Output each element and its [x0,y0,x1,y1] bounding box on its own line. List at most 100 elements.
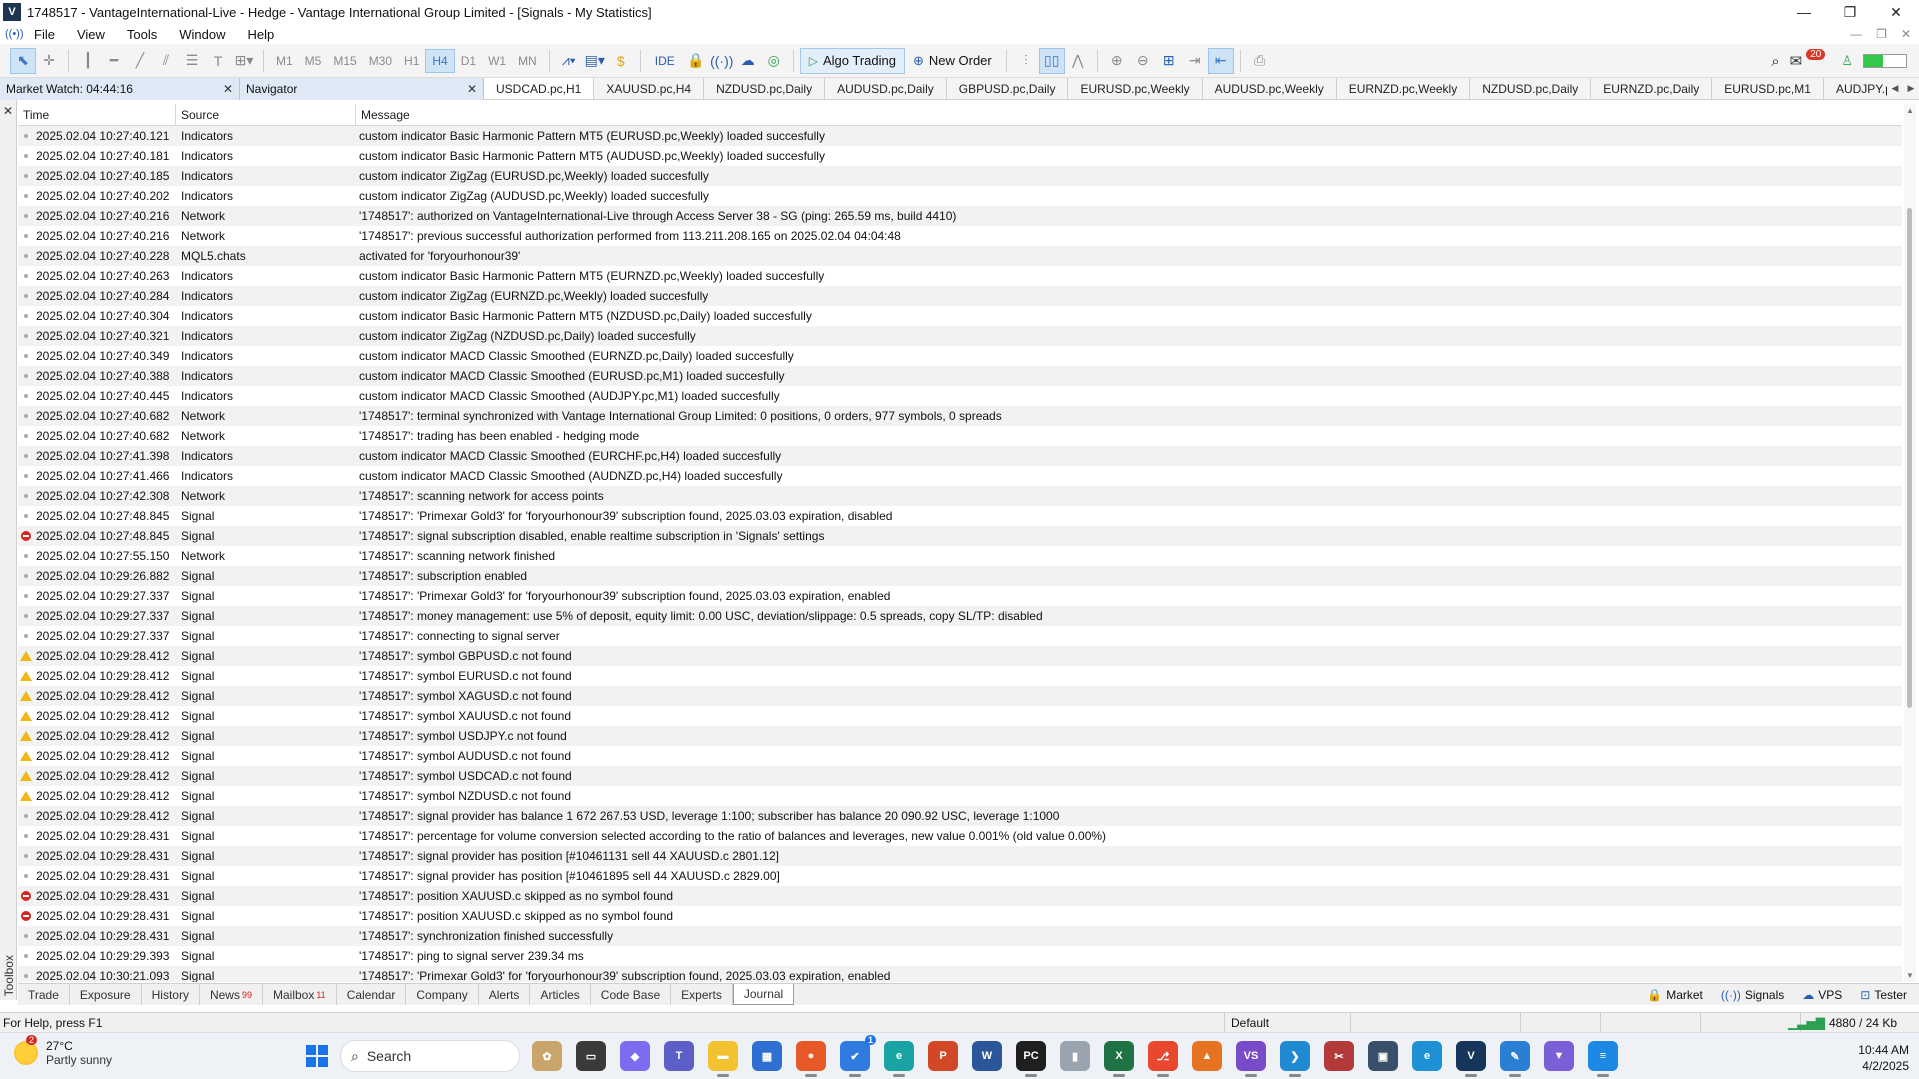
journal-row[interactable]: 2025.02.04 10:27:42.308 Network '1748517':… [18,486,1902,506]
ide-button[interactable]: IDE [647,48,683,74]
todo-icon[interactable]: ✔ 1 [840,1035,876,1077]
chart-tab[interactable]: EURNZD.pc,Weekly [1336,78,1471,99]
journal-row[interactable]: 2025.02.04 10:27:40.216 Network '1748517':… [18,226,1902,246]
pycharm-icon[interactable]: PC [1016,1041,1046,1077]
zoom-in-icon[interactable]: ⊕ [1104,48,1130,74]
navigator-close-button[interactable]: ✕ [467,82,477,96]
toolbox-tab-experts[interactable]: Experts [671,984,733,1005]
file-explorer-dark-icon[interactable]: ▭ [576,1041,606,1071]
minimize-button[interactable]: — [1781,0,1827,24]
filter-icon[interactable]: ▼ [1544,1041,1574,1071]
journal-row[interactable]: 2025.02.04 10:27:55.150 Network '1748517':… [18,546,1902,566]
scroll-left-icon[interactable]: ◀ [1892,83,1899,94]
vertical-line-icon[interactable]: ┃ [75,48,101,74]
indicators-icon[interactable]: ⩘▾ [556,48,582,74]
journal-row[interactable]: 2025.02.04 10:29:28.412 Signal '1748517': … [18,666,1902,686]
chart-shift-icon[interactable]: ⇤ [1207,47,1234,74]
column-header-time[interactable]: Time [18,104,176,125]
journal-row[interactable]: 2025.02.04 10:29:28.431 Signal '1748517': … [18,926,1902,946]
system-clock[interactable]: 10:44 AM 4/2/2025 [1858,1042,1909,1074]
journal-row[interactable]: 2025.02.04 10:27:40.263 Indicators custom … [18,266,1902,286]
channel-icon[interactable]: ⫽ [153,48,179,74]
timeframe-d1[interactable]: D1 [455,49,482,73]
teams-icon[interactable]: T [664,1041,694,1071]
close-button[interactable]: ✕ [1873,0,1919,24]
chart-tab[interactable]: AUDJPY.pc,M1 [1823,78,1887,99]
chart-tab[interactable]: XAUUSD.pc,H4 [594,78,705,99]
powerpoint-icon[interactable]: P [928,1041,958,1071]
screenshot-icon[interactable]: ⎙ [1247,48,1273,74]
toolbox-tab-alerts[interactable]: Alerts [479,984,531,1005]
timeframe-m5[interactable]: M5 [299,49,328,73]
chart-tab[interactable]: GBPUSD.pc,Daily [946,78,1069,99]
chart-tab[interactable]: USDCAD.pc,H1 [484,78,595,99]
market-watch-close-button[interactable]: ✕ [223,82,233,96]
mdi-restore-button[interactable]: ❐ [1876,27,1887,41]
journal-row[interactable]: 2025.02.04 10:27:40.388 Indicators custom … [18,366,1902,386]
navigator-header[interactable]: Navigator ✕ [240,78,484,100]
fibonacci-icon[interactable]: ☰ [179,48,205,74]
scroll-up-icon[interactable]: ▲ [1906,106,1914,115]
copilot-icon[interactable]: ◆ [620,1041,650,1071]
journal-row[interactable]: 2025.02.04 10:29:28.431 Signal '1748517': … [18,826,1902,846]
column-header-message[interactable]: Message [356,104,1902,125]
toolbox-tab-mailbox[interactable]: Mailbox 11 [263,984,337,1005]
chart-tab[interactable]: NZDUSD.pc,Daily [704,78,826,99]
journal-row[interactable]: 2025.02.04 10:27:40.121 Indicators custom … [18,126,1902,146]
menu-tools[interactable]: Tools [116,27,168,42]
journal-row[interactable]: 2025.02.04 10:29:28.412 Signal '1748517': … [18,786,1902,806]
flashdrive-icon[interactable]: ▮ [1060,1041,1090,1071]
journal-row[interactable]: 2025.02.04 10:29:28.431 Signal '1748517': … [18,906,1902,926]
menu-file[interactable]: File [23,27,66,42]
image-viewer-icon[interactable]: ▣ [1368,1041,1398,1071]
templates-icon[interactable]: ▤▾ [582,48,608,74]
journal-row[interactable]: 2025.02.04 10:29:28.412 Signal '1748517': … [18,766,1902,786]
toolbox-tab-exposure[interactable]: Exposure [70,984,142,1005]
journal-row[interactable]: 2025.02.04 10:27:41.466 Indicators custom … [18,466,1902,486]
news-widget-icon[interactable]: ✿ [532,1041,562,1071]
scroll-down-icon[interactable]: ▼ [1906,971,1914,980]
toolbox-tab-articles[interactable]: Articles [530,984,591,1005]
toolbox-tab-calendar[interactable]: Calendar [337,984,407,1005]
journal-row[interactable]: 2025.02.04 10:29:28.412 Signal '1748517': … [18,706,1902,726]
journal-row[interactable]: 2025.02.04 10:29:26.882 Signal '1748517': … [18,566,1902,586]
git-icon[interactable]: ⎇ [1148,1041,1178,1077]
timeframe-h1[interactable]: H1 [398,49,425,73]
journal-row[interactable]: 2025.02.04 10:27:40.682 Network '1748517':… [18,406,1902,426]
excel-icon[interactable]: X [1104,1041,1134,1077]
scroll-right-icon[interactable]: ▶ [1908,83,1915,94]
journal-row[interactable]: 2025.02.04 10:29:28.431 Signal '1748517': … [18,846,1902,866]
journal-row[interactable]: 2025.02.04 10:27:40.216 Network '1748517':… [18,206,1902,226]
chart-tab[interactable]: EURUSD.pc,M1 [1712,78,1824,99]
journal-row[interactable]: 2025.02.04 10:27:48.845 Signal '1748517': … [18,506,1902,526]
timeframe-w1[interactable]: W1 [482,49,512,73]
journal-row[interactable]: 2025.02.04 10:29:27.337 Signal '1748517': … [18,586,1902,606]
toolbox-tab-history[interactable]: History [142,984,200,1005]
ie-icon[interactable]: e [1412,1041,1442,1071]
strategy-tester-icon[interactable]: ◎ [761,48,787,74]
toolbox-close-button[interactable]: ✕ [3,104,13,118]
journal-row[interactable]: 2025.02.04 10:27:40.202 Indicators custom … [18,186,1902,206]
menu-window[interactable]: Window [168,27,236,42]
chat-icon[interactable]: ✉ [1790,52,1803,70]
vscode-icon[interactable]: ❯ [1280,1041,1310,1077]
timeframe-h4[interactable]: H4 [425,48,455,73]
journal-row[interactable]: 2025.02.04 10:27:48.845 Signal '1748517': … [18,526,1902,546]
store-icon[interactable]: ▦ [752,1041,782,1071]
connection-status-bar[interactable] [1863,54,1907,68]
scrollbar-thumb[interactable] [1907,208,1912,708]
market-icon[interactable]: 🔒 [683,48,709,74]
chart-tab[interactable]: NZDUSD.pc,Daily [1470,78,1592,99]
mdi-close-button[interactable]: ✕ [1901,27,1911,41]
weather-widget[interactable]: 2 27°C Partly sunny [14,1035,112,1067]
journal-row[interactable]: 2025.02.04 10:29:28.412 Signal '1748517': … [18,806,1902,826]
algo-trading-button[interactable]: ▷ Algo Trading [799,47,905,74]
journal-row[interactable]: 2025.02.04 10:29:28.412 Signal '1748517': … [18,646,1902,666]
bar-chart-icon[interactable]: ⫶ [1013,48,1039,74]
journal-row[interactable]: 2025.02.04 10:27:40.284 Indicators custom … [18,286,1902,306]
vps-link[interactable]: ☁ VPS [1802,988,1842,1002]
journal-row[interactable]: 2025.02.04 10:27:40.304 Indicators custom … [18,306,1902,326]
toolbox-tab-trade[interactable]: Trade [18,984,70,1005]
journal-row[interactable]: 2025.02.04 10:29:27.337 Signal '1748517': … [18,606,1902,626]
notes-icon[interactable]: ≡ [1588,1041,1618,1077]
